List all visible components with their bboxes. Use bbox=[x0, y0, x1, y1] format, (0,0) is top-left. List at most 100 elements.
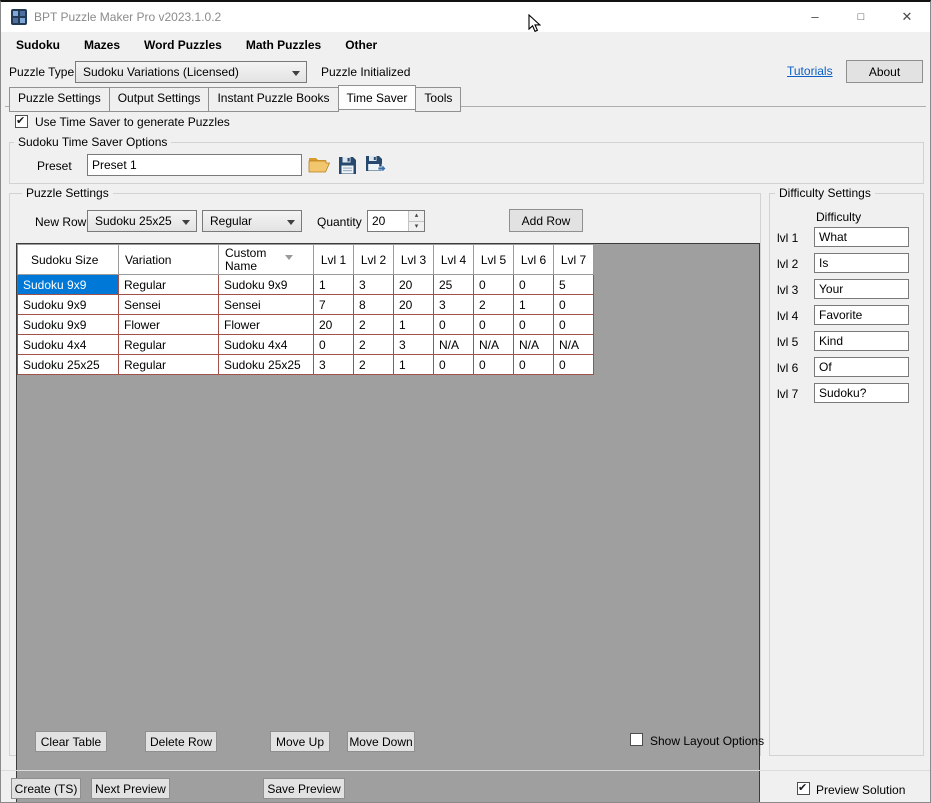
lvl3-input[interactable] bbox=[814, 279, 909, 299]
minimize-button[interactable]: – bbox=[792, 2, 838, 32]
table-cell[interactable]: Regular bbox=[119, 335, 219, 355]
table-cell[interactable]: Sudoku 9x9 bbox=[219, 275, 314, 295]
table-cell[interactable]: Sudoku 25x25 bbox=[18, 355, 119, 375]
tab-puzzle-settings[interactable]: Puzzle Settings bbox=[9, 87, 110, 112]
lvl2-input[interactable] bbox=[814, 253, 909, 273]
preset-input[interactable] bbox=[87, 154, 302, 176]
table-cell[interactable]: 1 bbox=[394, 355, 434, 375]
table-cell[interactable]: 1 bbox=[394, 315, 434, 335]
table-row[interactable]: Sudoku 9x9 Regular Sudoku 9x9 1 3 20 25 … bbox=[18, 275, 594, 295]
table-row[interactable]: Sudoku 25x25 Regular Sudoku 25x25 3 2 1 … bbox=[18, 355, 594, 375]
tutorials-link[interactable]: Tutorials bbox=[787, 64, 833, 78]
move-down-button[interactable]: Move Down bbox=[347, 731, 415, 752]
show-layout-options-checkbox[interactable] bbox=[630, 733, 643, 746]
use-time-saver-checkbox[interactable] bbox=[15, 115, 28, 128]
table-cell[interactable]: 0 bbox=[434, 355, 474, 375]
table-cell[interactable]: 0 bbox=[474, 315, 514, 335]
table-cell[interactable]: 2 bbox=[474, 295, 514, 315]
table-cell[interactable]: Sudoku 4x4 bbox=[18, 335, 119, 355]
table-cell[interactable]: 2 bbox=[354, 355, 394, 375]
table-cell[interactable]: Sensei bbox=[119, 295, 219, 315]
quantity-stepper[interactable]: ▴ ▾ bbox=[367, 210, 425, 232]
title-bar[interactable]: BPT Puzzle Maker Pro v2023.1.0.2 – □ ✕ bbox=[1, 2, 930, 32]
table-cell[interactable]: N/A bbox=[474, 335, 514, 355]
puzzle-type-dropdown[interactable]: Sudoku Variations (Licensed) bbox=[75, 61, 307, 83]
col-header-lvl6[interactable]: Lvl 6 bbox=[514, 245, 554, 275]
table-cell[interactable]: 1 bbox=[314, 275, 354, 295]
spin-up-icon[interactable]: ▴ bbox=[409, 211, 424, 222]
table-cell[interactable]: Flower bbox=[119, 315, 219, 335]
table-cell[interactable]: 3 bbox=[394, 335, 434, 355]
table-cell[interactable]: Regular bbox=[119, 355, 219, 375]
new-row-size-dropdown[interactable]: Sudoku 25x25 bbox=[87, 210, 197, 232]
table-cell[interactable]: 7 bbox=[314, 295, 354, 315]
puzzle-table-area[interactable]: Sudoku Size Variation Custom Name Lvl 1 … bbox=[16, 243, 760, 803]
open-preset-button[interactable] bbox=[306, 152, 332, 178]
col-header-lvl3[interactable]: Lvl 3 bbox=[394, 245, 434, 275]
table-cell-selected[interactable]: Sudoku 9x9 bbox=[18, 275, 119, 295]
table-cell[interactable]: 0 bbox=[514, 275, 554, 295]
preview-solution-checkbox[interactable] bbox=[797, 782, 810, 795]
quantity-input[interactable] bbox=[368, 211, 408, 231]
table-cell[interactable]: 8 bbox=[354, 295, 394, 315]
lvl7-input[interactable] bbox=[814, 383, 909, 403]
table-cell[interactable]: 2 bbox=[354, 315, 394, 335]
table-cell[interactable]: 3 bbox=[354, 275, 394, 295]
table-cell[interactable]: 20 bbox=[394, 295, 434, 315]
table-cell[interactable]: 5 bbox=[554, 275, 594, 295]
table-cell[interactable]: 0 bbox=[314, 335, 354, 355]
table-cell[interactable]: Sudoku 9x9 bbox=[18, 315, 119, 335]
lvl5-input[interactable] bbox=[814, 331, 909, 351]
col-header-custom-name[interactable]: Custom Name bbox=[219, 245, 314, 275]
table-cell[interactable]: Sensei bbox=[219, 295, 314, 315]
table-cell[interactable]: 1 bbox=[514, 295, 554, 315]
table-cell[interactable]: Regular bbox=[119, 275, 219, 295]
table-row[interactable]: Sudoku 4x4 Regular Sudoku 4x4 0 2 3 N/A … bbox=[18, 335, 594, 355]
table-cell[interactable]: 0 bbox=[554, 315, 594, 335]
table-row[interactable]: Sudoku 9x9 Flower Flower 20 2 1 0 0 0 0 bbox=[18, 315, 594, 335]
table-cell[interactable]: Sudoku 25x25 bbox=[219, 355, 314, 375]
table-cell[interactable]: 3 bbox=[434, 295, 474, 315]
table-cell[interactable]: 2 bbox=[354, 335, 394, 355]
table-cell[interactable]: 0 bbox=[554, 355, 594, 375]
tab-output-settings[interactable]: Output Settings bbox=[109, 87, 210, 112]
tab-time-saver[interactable]: Time Saver bbox=[338, 85, 417, 110]
col-header-lvl1[interactable]: Lvl 1 bbox=[314, 245, 354, 275]
col-header-lvl5[interactable]: Lvl 5 bbox=[474, 245, 514, 275]
move-up-button[interactable]: Move Up bbox=[270, 731, 330, 752]
col-header-variation[interactable]: Variation bbox=[119, 245, 219, 275]
delete-row-button[interactable]: Delete Row bbox=[145, 731, 217, 752]
col-header-lvl4[interactable]: Lvl 4 bbox=[434, 245, 474, 275]
table-cell[interactable]: N/A bbox=[434, 335, 474, 355]
table-row[interactable]: Sudoku 9x9 Sensei Sensei 7 8 20 3 2 1 0 bbox=[18, 295, 594, 315]
save-preset-button[interactable] bbox=[334, 152, 360, 178]
table-cell[interactable]: 20 bbox=[314, 315, 354, 335]
table-cell[interactable]: Sudoku 9x9 bbox=[18, 295, 119, 315]
save-preview-button[interactable]: Save Preview bbox=[263, 778, 345, 799]
table-cell[interactable]: 0 bbox=[554, 295, 594, 315]
table-cell[interactable]: 0 bbox=[514, 315, 554, 335]
table-cell[interactable]: 0 bbox=[474, 275, 514, 295]
table-cell[interactable]: 0 bbox=[434, 315, 474, 335]
table-cell[interactable]: 0 bbox=[474, 355, 514, 375]
menu-mazes[interactable]: Mazes bbox=[72, 38, 132, 52]
lvl1-input[interactable] bbox=[814, 227, 909, 247]
clear-table-button[interactable]: Clear Table bbox=[35, 731, 107, 752]
table-cell[interactable]: Flower bbox=[219, 315, 314, 335]
tab-tools[interactable]: Tools bbox=[415, 87, 461, 112]
next-preview-button[interactable]: Next Preview bbox=[91, 778, 170, 799]
table-cell[interactable]: N/A bbox=[514, 335, 554, 355]
col-header-lvl2[interactable]: Lvl 2 bbox=[354, 245, 394, 275]
create-ts-button[interactable]: Create (TS) bbox=[11, 778, 81, 799]
menu-math-puzzles[interactable]: Math Puzzles bbox=[234, 38, 333, 52]
lvl6-input[interactable] bbox=[814, 357, 909, 377]
table-cell[interactable]: Sudoku 4x4 bbox=[219, 335, 314, 355]
table-cell[interactable]: N/A bbox=[554, 335, 594, 355]
menu-other[interactable]: Other bbox=[333, 38, 389, 52]
save-preset-as-button[interactable] bbox=[362, 152, 388, 178]
maximize-button[interactable]: □ bbox=[838, 2, 884, 32]
menu-word-puzzles[interactable]: Word Puzzles bbox=[132, 38, 234, 52]
spin-down-icon[interactable]: ▾ bbox=[409, 222, 424, 232]
close-button[interactable]: ✕ bbox=[884, 2, 930, 32]
tab-instant-puzzle-books[interactable]: Instant Puzzle Books bbox=[208, 87, 338, 112]
